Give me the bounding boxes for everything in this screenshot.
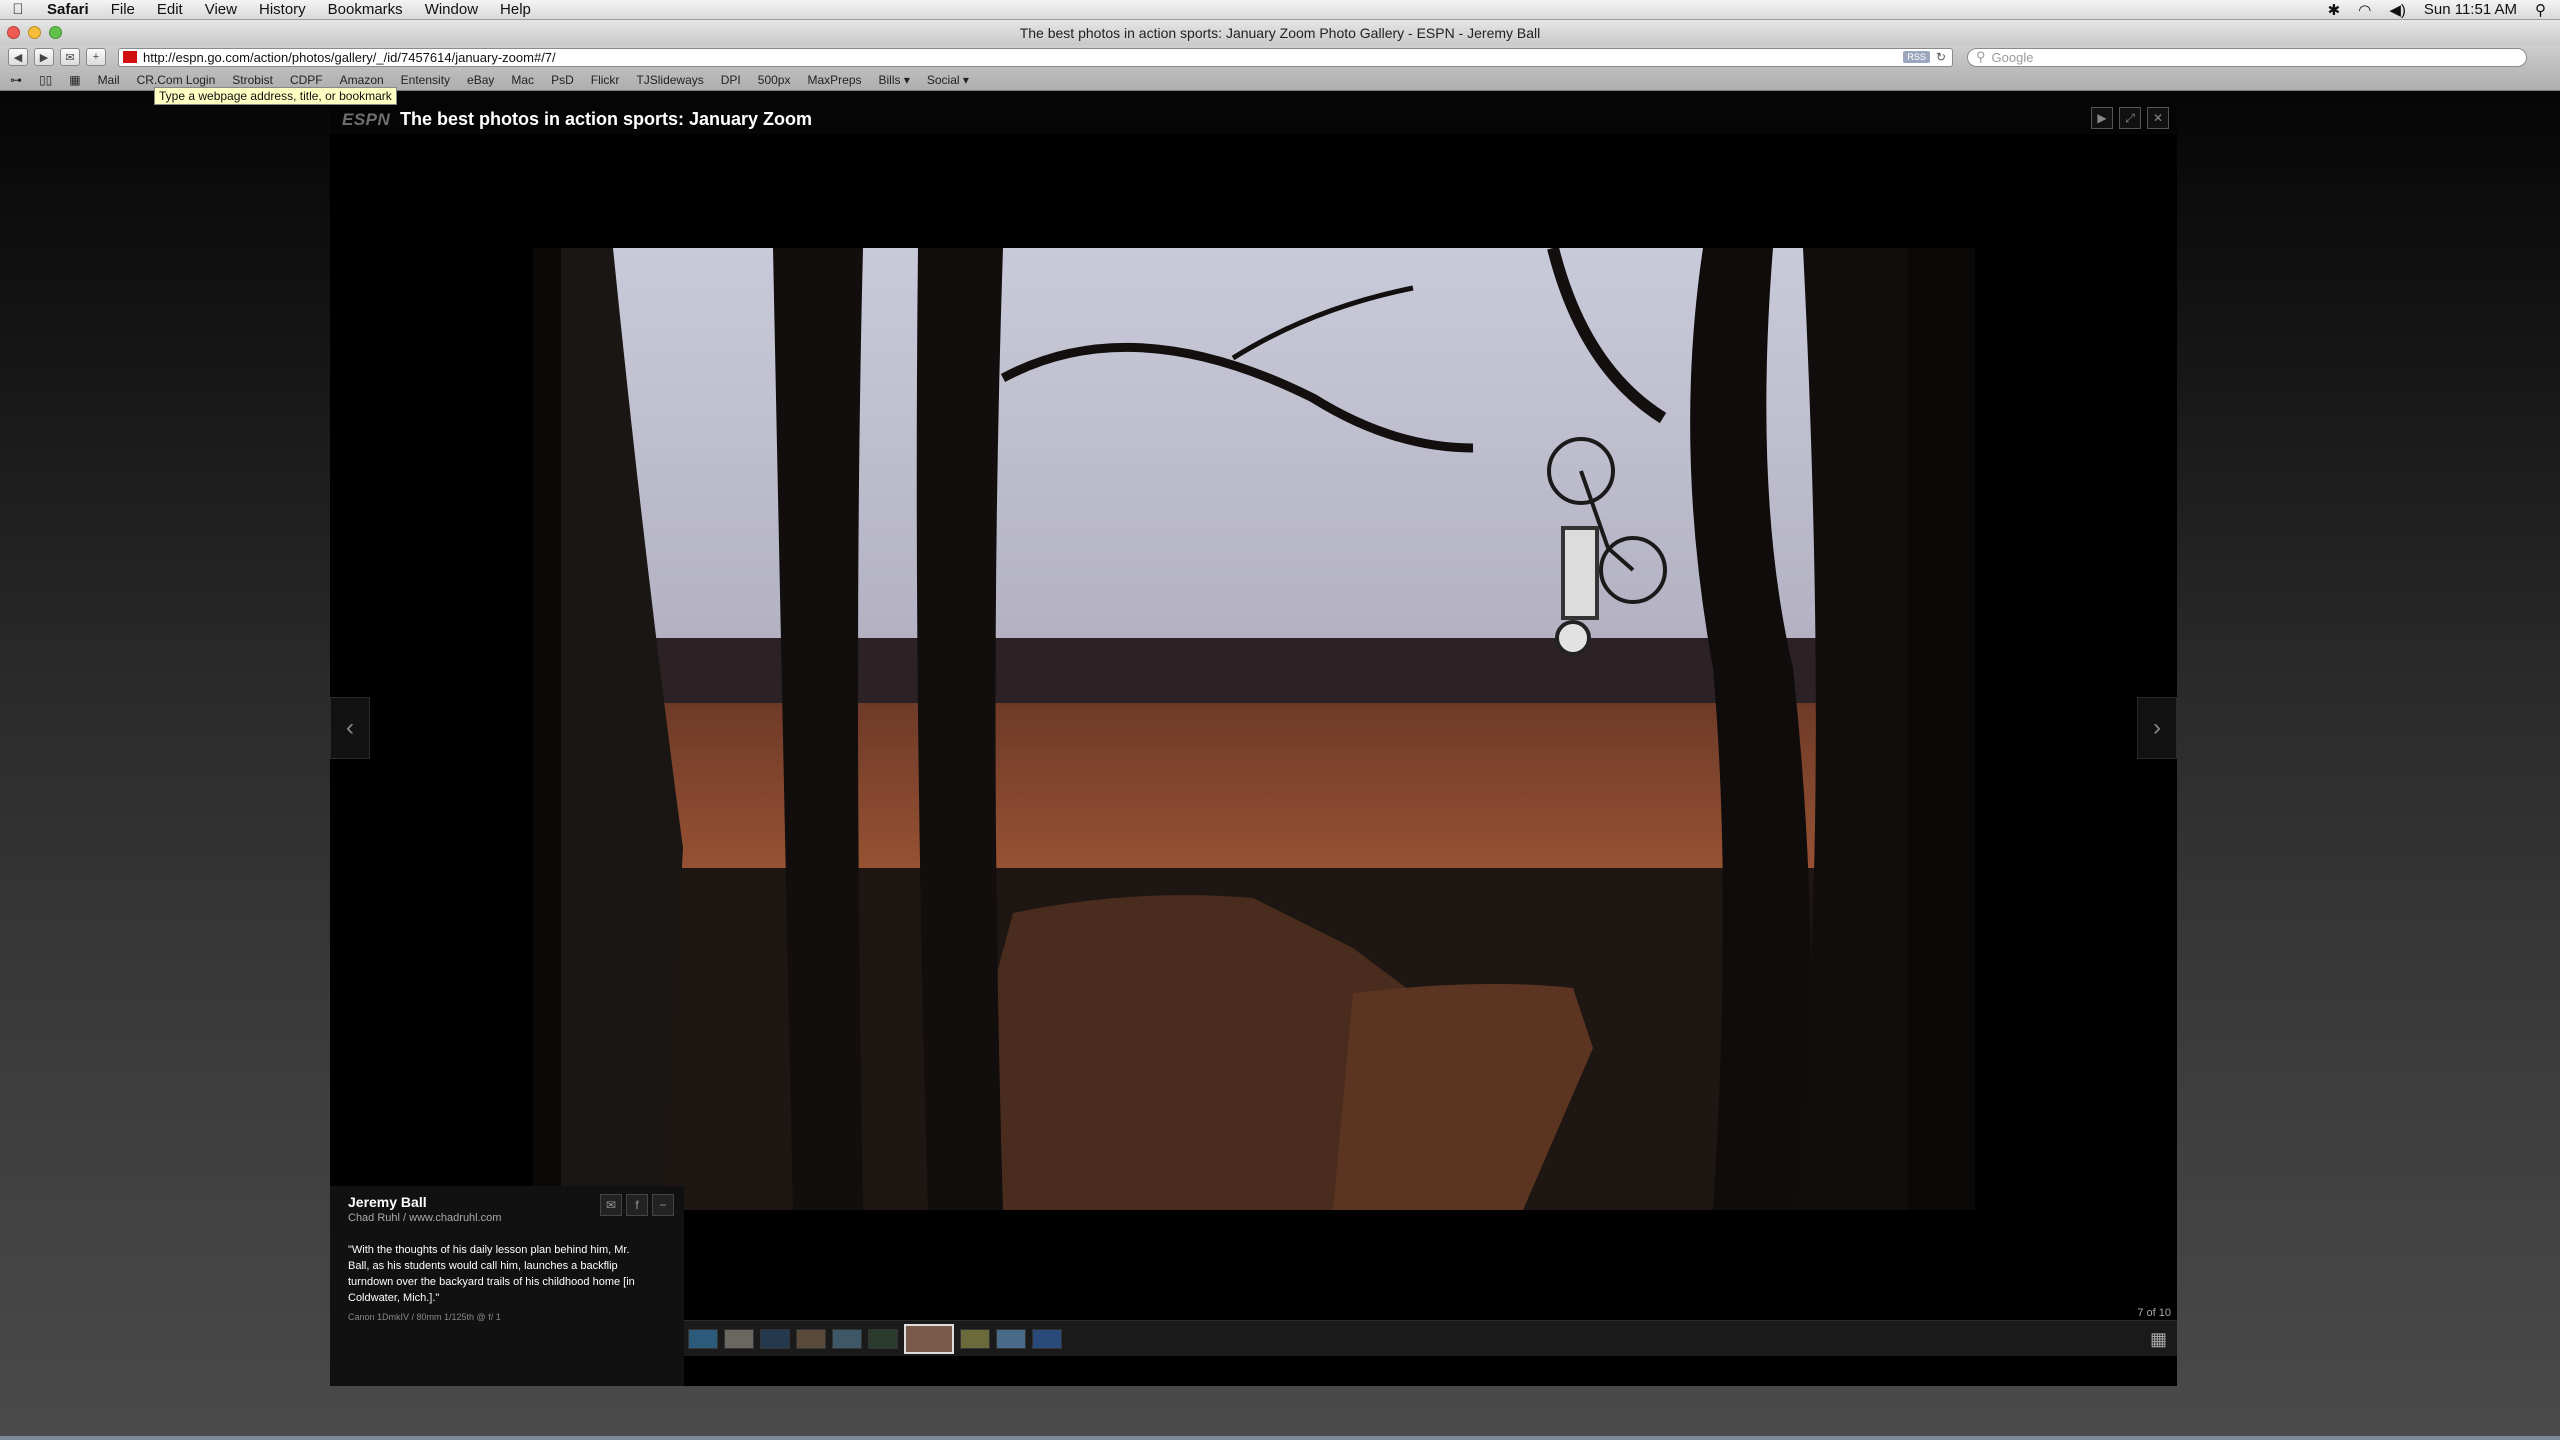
bluetooth-icon[interactable]: ✱ (2328, 1, 2341, 19)
menu-view[interactable]: View (194, 1, 248, 18)
bookmark-item[interactable]: Amazon (340, 73, 384, 87)
menu-file[interactable]: File (100, 1, 146, 18)
bookmark-item[interactable]: 500px (758, 73, 791, 87)
play-slideshow-button[interactable]: ▶ (2091, 107, 2113, 129)
fullscreen-button[interactable]: ⤢ (2119, 107, 2141, 129)
bookmark-item[interactable]: PsD (551, 73, 574, 87)
gallery-header: ESPN The best photos in action sports: J… (330, 100, 2177, 134)
wifi-icon[interactable]: ◠ (2358, 1, 2371, 19)
forward-button[interactable]: ▶ (34, 48, 54, 66)
bookmark-item[interactable]: MaxPreps (807, 73, 861, 87)
thumbnail-1[interactable] (688, 1328, 718, 1349)
top-sites-icon[interactable]: ▦ (69, 73, 80, 87)
chevron-left-icon: ‹ (346, 714, 354, 741)
menu-help[interactable]: Help (489, 1, 542, 18)
add-bookmark-button[interactable]: + (86, 48, 106, 66)
collapse-caption-button[interactable]: − (652, 1194, 674, 1216)
bookmark-folder-social[interactable]: Social ▾ (927, 73, 969, 87)
espn-favicon-icon (123, 51, 137, 63)
bmx-backflip-photo (533, 248, 1975, 1210)
thumbnail-6[interactable] (868, 1328, 898, 1349)
facebook-share-button[interactable]: f (626, 1194, 648, 1216)
window-titlebar: The best photos in action sports: Januar… (0, 20, 2560, 45)
bookmark-item[interactable]: eBay (467, 73, 494, 87)
menu-window[interactable]: Window (414, 1, 489, 18)
bookmark-item[interactable]: DPI (721, 73, 741, 87)
thumbnail-8[interactable] (960, 1328, 990, 1349)
bookmark-item[interactable]: Flickr (591, 73, 620, 87)
thumbnail-strip: ▦ (684, 1320, 2177, 1356)
bookmark-folder-bills[interactable]: Bills ▾ (879, 73, 910, 87)
share-mail-button[interactable]: ✉ (60, 48, 80, 66)
close-gallery-button[interactable]: ✕ (2147, 107, 2169, 129)
address-tooltip: Type a webpage address, title, or bookma… (154, 87, 397, 105)
caption-text: "With the thoughts of his daily lesson p… (348, 1244, 635, 1304)
thumbnail-10[interactable] (1032, 1328, 1062, 1349)
bookmark-item[interactable]: CR.Com Login (137, 73, 216, 87)
photo-caption: ✉ f − Jeremy Ball Chad Ruhl / www.chadru… (330, 1186, 684, 1386)
caption-camera: Canon 1DmkIV / 80mm 1/125th @ f/ 1 (348, 1312, 501, 1322)
bookmark-item[interactable]: Strobist (232, 73, 273, 87)
spotlight-icon[interactable]: ⚲ (2535, 1, 2546, 19)
gallery-photo (533, 248, 1975, 1210)
search-placeholder: Google (1991, 49, 2034, 65)
grid-view-icon[interactable]: ▦ (2150, 1329, 2167, 1350)
thumbnail-7-active[interactable] (904, 1323, 954, 1354)
browser-toolbar: ◀ ▶ ✉ + http://espn.go.com/action/photos… (0, 45, 2560, 69)
clock[interactable]: Sun 11:51 AM (2424, 1, 2517, 18)
bookmark-item[interactable]: CDPF (290, 73, 323, 87)
gallery-title: The best photos in action sports: Januar… (400, 109, 813, 129)
reading-list-icon[interactable]: ⊶ (10, 73, 22, 87)
apple-icon[interactable]:  (0, 1, 36, 18)
espn-logo: ESPN (342, 110, 391, 129)
address-bar[interactable]: http://espn.go.com/action/photos/gallery… (118, 47, 1953, 67)
chevron-right-icon: › (2153, 714, 2161, 741)
menu-edit[interactable]: Edit (146, 1, 194, 18)
next-photo-button[interactable]: › (2137, 697, 2177, 759)
volume-icon[interactable]: ◀) (2389, 1, 2406, 19)
window-bottom-edge (0, 1436, 2560, 1440)
thumbnail-2[interactable] (724, 1328, 754, 1349)
window-title: The best photos in action sports: Januar… (1019, 24, 1541, 41)
bookmark-item[interactable]: Mail (98, 73, 120, 87)
back-button[interactable]: ◀ (8, 48, 28, 66)
menu-bookmarks[interactable]: Bookmarks (317, 1, 414, 18)
bookmark-item[interactable]: Entensity (401, 73, 450, 87)
menu-app[interactable]: Safari (36, 1, 100, 18)
menu-history[interactable]: History (248, 1, 317, 18)
thumbnail-5[interactable] (832, 1328, 862, 1349)
menu-bar:  Safari File Edit View History Bookmark… (0, 0, 2560, 20)
email-share-button[interactable]: ✉ (600, 1194, 622, 1216)
photo-gallery: ESPN The best photos in action sports: J… (330, 100, 2177, 1386)
bookmark-item[interactable]: TJSlideways (636, 73, 703, 87)
photo-counter: 7 of 10 (2137, 1307, 2171, 1319)
bookmark-item[interactable]: Mac (511, 73, 534, 87)
bookmarks-book-icon[interactable]: ▯▯ (39, 73, 52, 87)
thumbnail-9[interactable] (996, 1328, 1026, 1349)
search-icon: ⚲ (1976, 49, 1986, 64)
search-field[interactable]: ⚲ Google (1967, 47, 2527, 67)
previous-photo-button[interactable]: ‹ (330, 697, 370, 759)
rss-badge[interactable]: RSS (1903, 51, 1930, 63)
reload-icon[interactable]: ↻ (1936, 50, 1946, 64)
thumbnail-3[interactable] (760, 1328, 790, 1349)
thumbnail-4[interactable] (796, 1328, 826, 1349)
address-url[interactable]: http://espn.go.com/action/photos/gallery… (143, 50, 556, 65)
